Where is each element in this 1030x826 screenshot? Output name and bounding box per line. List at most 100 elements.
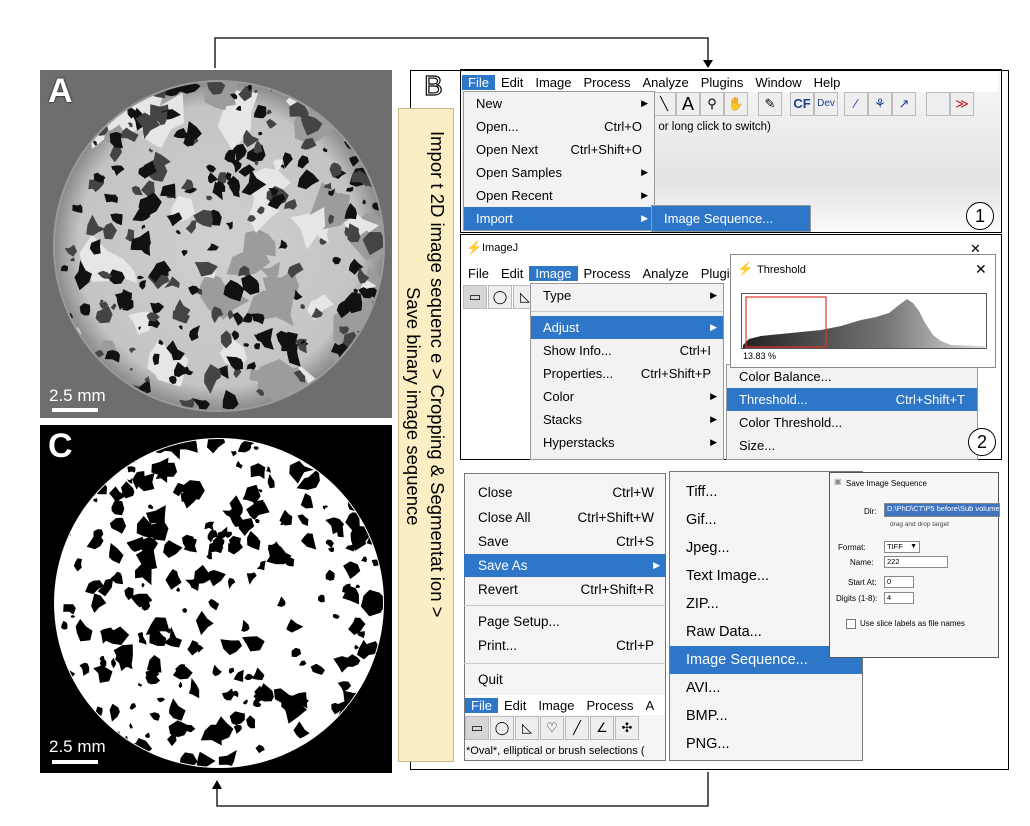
- dev-tool-button[interactable]: Dev: [814, 92, 838, 116]
- step1-menu-help[interactable]: Help: [808, 75, 847, 90]
- brush-icon[interactable]: ⁄: [844, 92, 868, 116]
- flood-fill-icon[interactable]: ⚘: [868, 92, 892, 116]
- menu-item-page-setup[interactable]: Page Setup...: [464, 610, 666, 633]
- format-select[interactable]: TIFF ▼: [884, 541, 920, 553]
- step1-menu-process[interactable]: Process: [578, 75, 637, 90]
- menu-item-type[interactable]: Type ▶: [531, 284, 723, 307]
- menu-item-close[interactable]: Close Ctrl+W: [464, 481, 666, 504]
- dropper-icon[interactable]: ✎: [758, 92, 782, 116]
- step1-menu-image[interactable]: Image: [529, 75, 577, 90]
- menu-item-color[interactable]: Color ▶: [531, 385, 723, 408]
- digits-field[interactable]: 4: [884, 592, 914, 604]
- step2-menu-file[interactable]: File: [462, 266, 495, 281]
- polygon-tool-icon[interactable]: ◺: [515, 716, 539, 740]
- dialog-icon: ▣: [834, 477, 842, 486]
- oval-tool-icon[interactable]: ◯: [488, 285, 512, 309]
- step1-number: 1: [966, 202, 994, 230]
- workflow-label-line2: Save binary image sequence: [403, 287, 424, 526]
- step2-window-title: ImageJ: [482, 242, 519, 254]
- menu-item-adjust[interactable]: Adjust ▶: [531, 316, 723, 339]
- menu-item-show-info[interactable]: Show Info... Ctrl+I: [531, 339, 723, 362]
- freehand-tool-icon[interactable]: ♡: [540, 716, 564, 740]
- arrow-tool-icon[interactable]: ↗: [892, 92, 916, 116]
- menu-item-save-as[interactable]: Save As ▶: [464, 554, 666, 577]
- imagej-icon: ⚡: [466, 240, 483, 255]
- slice-label-text: Use slice labels as file names: [860, 619, 965, 628]
- step1-menu-plugins[interactable]: Plugins: [695, 75, 750, 90]
- step2-menu-analyze[interactable]: Analyze: [636, 266, 694, 281]
- name-label: Name:: [850, 558, 874, 567]
- dir-field[interactable]: D:\PhD\CT\P5 before\Sub volume: [884, 503, 1000, 517]
- step3-menu-analyze[interactable]: A: [639, 698, 660, 713]
- menu-item-color-threshold[interactable]: Color Threshold...: [727, 411, 977, 434]
- step2-toolbar: ▭ ◯ ◺: [463, 285, 537, 311]
- step3-status-text: *Oval*, elliptical or brush selections (: [466, 745, 645, 757]
- menu-item-print[interactable]: Print... Ctrl+P: [464, 634, 666, 657]
- more-tools-icon[interactable]: ≫: [950, 92, 974, 116]
- step3-menu-image[interactable]: Image: [532, 698, 580, 713]
- step1-menu-window[interactable]: Window: [749, 75, 807, 90]
- step1-menu-file[interactable]: File: [462, 74, 495, 90]
- menu-item-revert[interactable]: Revert Ctrl+Shift+R: [464, 578, 666, 601]
- step1-menu-edit[interactable]: Edit: [495, 75, 529, 90]
- workflow-label-strip: Impor t 2D image sequenc e > Cropping & …: [398, 108, 454, 762]
- step3-menu-file[interactable]: File: [465, 697, 498, 713]
- menu-item-import[interactable]: Import ▶: [464, 207, 654, 230]
- start-field[interactable]: 0: [884, 576, 914, 588]
- threshold-dialog: ⚡ Threshold ✕ 13.83 %: [730, 254, 996, 368]
- menu-item-save[interactable]: Save Ctrl+S: [464, 530, 666, 553]
- step1-menu-analyze[interactable]: Analyze: [636, 75, 694, 90]
- blank-tool-1[interactable]: [926, 92, 950, 116]
- cf-tool-button[interactable]: CF: [790, 92, 814, 116]
- line-tool-icon[interactable]: ╲: [652, 92, 676, 116]
- format-label: Format:: [838, 543, 866, 552]
- save-as-png[interactable]: PNG...: [670, 730, 862, 758]
- straight-line-tool-icon[interactable]: ╱: [565, 716, 589, 740]
- hand-icon[interactable]: ✋: [724, 92, 748, 116]
- menu-item-stacks[interactable]: Stacks ▶: [531, 408, 723, 431]
- menu-item-color-balance[interactable]: Color Balance...: [727, 365, 977, 388]
- step2-menu-process[interactable]: Process: [578, 266, 637, 281]
- menu-item-properties[interactable]: Properties... Ctrl+Shift+P: [531, 362, 723, 385]
- workflow-label-line1: Impor t 2D image sequenc e > Cropping & …: [427, 131, 448, 618]
- menu-item-image-sequence-import[interactable]: Image Sequence...: [652, 206, 810, 231]
- drag-hint: drag and drop target: [890, 521, 949, 528]
- menu-item-size[interactable]: Size...: [727, 434, 977, 457]
- save-as-avi[interactable]: AVI...: [670, 674, 862, 702]
- save-as-bmp[interactable]: BMP...: [670, 702, 862, 730]
- rectangle-tool-icon[interactable]: ▭: [463, 285, 487, 309]
- menu-item-quit[interactable]: Quit: [464, 668, 666, 691]
- step2-menubar: File Edit Image Process Analyze Plugi: [462, 263, 734, 283]
- threshold-title: Threshold: [757, 264, 806, 276]
- start-label: Start At:: [848, 578, 877, 587]
- point-tool-icon[interactable]: ✣: [615, 716, 639, 740]
- menu-item-new[interactable]: New ▶: [464, 92, 654, 115]
- step3-toolbar: ▭ ◯ ◺ ♡ ╱ ∠ ✣: [465, 716, 665, 742]
- step2-menu-edit[interactable]: Edit: [495, 266, 529, 281]
- digits-label: Digits (1-8):: [836, 594, 878, 603]
- threshold-histogram: [741, 293, 987, 349]
- slice-label-checkbox[interactable]: [846, 619, 856, 629]
- threshold-close-icon[interactable]: ✕: [975, 261, 987, 278]
- threshold-percent: 13.83 %: [743, 351, 777, 361]
- menu-item-open-samples[interactable]: Open Samples ▶: [464, 161, 654, 184]
- menu-item-threshold[interactable]: Threshold... Ctrl+Shift+T: [727, 388, 977, 411]
- text-tool-icon[interactable]: A: [676, 92, 700, 116]
- magnifier-icon[interactable]: ⚲: [700, 92, 724, 116]
- menu-item-close-all[interactable]: Close All Ctrl+Shift+W: [464, 506, 666, 529]
- rectangle-tool-icon[interactable]: ▭: [465, 716, 489, 740]
- menu-item-open[interactable]: Open... Ctrl+O: [464, 115, 654, 138]
- step1-status-text: t or long click to switch): [652, 121, 771, 133]
- step3-menu-edit[interactable]: Edit: [498, 698, 532, 713]
- angle-tool-icon[interactable]: ∠: [590, 716, 614, 740]
- menu-item-hyperstacks[interactable]: Hyperstacks ▶: [531, 431, 723, 454]
- step3-menu-process[interactable]: Process: [581, 698, 640, 713]
- menu-item-open-next[interactable]: Open Next Ctrl+Shift+O: [464, 138, 654, 161]
- name-field[interactable]: 222: [884, 556, 948, 568]
- dialog-title: Save Image Sequence: [846, 479, 927, 488]
- step2-adjust-menu: Color Balance... Threshold... Ctrl+Shift+…: [726, 364, 978, 460]
- step2-menu-image[interactable]: Image: [529, 265, 578, 281]
- oval-tool-icon[interactable]: ◯: [490, 716, 514, 740]
- step2-number: 2: [968, 428, 996, 456]
- menu-item-open-recent[interactable]: Open Recent ▶: [464, 184, 654, 207]
